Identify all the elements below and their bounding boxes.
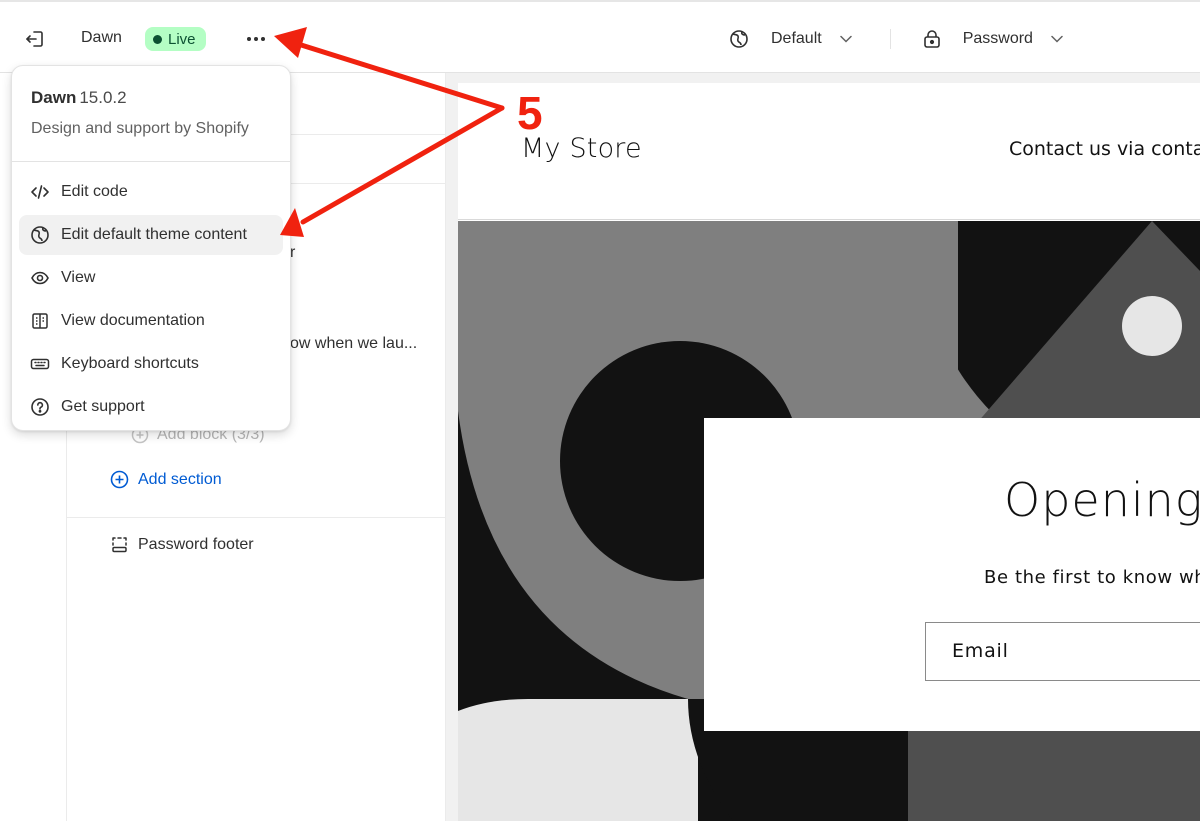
hero-title: Opening s <box>1004 473 1200 527</box>
preview-pane: My Store Contact us via contac Opening s… <box>446 73 1200 821</box>
theme-name: Dawn <box>81 29 122 46</box>
add-section-button[interactable]: Add section <box>110 470 222 489</box>
divider <box>67 517 446 518</box>
chevron-down-icon <box>1051 35 1063 43</box>
divider <box>889 29 891 49</box>
password-footer-label: Password footer <box>138 535 254 553</box>
live-dot-icon <box>153 34 162 44</box>
menu-item-label: View <box>61 269 96 286</box>
menu-item-label: Keyboard shortcuts <box>61 355 199 372</box>
eye-icon <box>31 271 49 285</box>
chevron-down-icon <box>839 35 852 43</box>
art-light-block <box>458 699 698 821</box>
preview-controls: Default Password <box>729 26 1063 52</box>
hero-subtitle: Be the first to know whe <box>984 567 1200 588</box>
hero-banner: Opening s Be the first to know whe Email <box>458 221 1200 821</box>
keyboard-icon <box>30 358 50 370</box>
ellipsis-icon <box>247 37 265 41</box>
footer-layout-icon <box>112 537 127 553</box>
top-bar: Dawn Live Default Password <box>0 0 1200 73</box>
storefront-preview: My Store Contact us via contac Opening s… <box>458 83 1200 821</box>
code-icon <box>31 185 49 199</box>
block-item-label[interactable]: ow when we lau... <box>290 335 417 353</box>
language-selector[interactable]: Default <box>729 29 852 49</box>
menu-list: Edit code Edit default theme content Vie… <box>12 162 290 440</box>
status-badge: Live <box>145 27 206 51</box>
menu-item-edit-code[interactable]: Edit code <box>19 172 283 212</box>
menu-item-keyboard-shortcuts[interactable]: Keyboard shortcuts <box>19 344 283 384</box>
book-icon <box>32 313 48 329</box>
menu-item-label: View documentation <box>61 312 205 329</box>
globe-icon <box>730 30 748 48</box>
newsletter-card: Opening s Be the first to know whe Email <box>704 418 1200 731</box>
menu-item-label: Get support <box>61 398 145 415</box>
menu-theme-version: 15.0.2 <box>79 88 127 107</box>
email-input[interactable]: Email <box>925 622 1200 681</box>
status-badge-label: Live <box>168 30 196 48</box>
exit-icon[interactable] <box>24 28 46 50</box>
step-number-annotation: 5 <box>517 87 543 139</box>
language-label: Default <box>771 30 822 47</box>
menu-theme-title: Dawn 15.0.2 <box>31 88 271 108</box>
theme-actions-menu: Dawn 15.0.2 Design and support by Shopify… <box>11 65 291 431</box>
template-label: Password <box>962 30 1033 47</box>
plus-circle-icon <box>110 470 129 489</box>
menu-item-edit-default-theme-content[interactable]: Edit default theme content <box>19 215 283 255</box>
lock-icon <box>923 30 940 48</box>
menu-theme-name: Dawn <box>31 88 77 107</box>
store-header: My Store Contact us via contac <box>458 83 1200 220</box>
menu-item-get-support[interactable]: Get support <box>19 387 283 427</box>
menu-item-view[interactable]: View <box>19 258 283 298</box>
question-icon <box>31 398 49 416</box>
more-actions-button[interactable] <box>241 26 271 52</box>
menu-item-label: Edit default theme content <box>61 226 247 243</box>
menu-header: Dawn 15.0.2 Design and support by Shopify <box>12 66 290 162</box>
globe-icon <box>31 226 49 244</box>
template-selector[interactable]: Password <box>923 29 1063 49</box>
art-white-dot <box>1122 296 1182 356</box>
section-password-footer[interactable]: Password footer <box>110 535 254 554</box>
contact-text: Contact us via contac <box>1009 138 1200 160</box>
menu-item-label: Edit code <box>61 183 128 200</box>
menu-item-view-documentation[interactable]: View documentation <box>19 301 283 341</box>
add-section-label: Add section <box>138 470 222 488</box>
menu-theme-description: Design and support by Shopify <box>31 120 249 137</box>
